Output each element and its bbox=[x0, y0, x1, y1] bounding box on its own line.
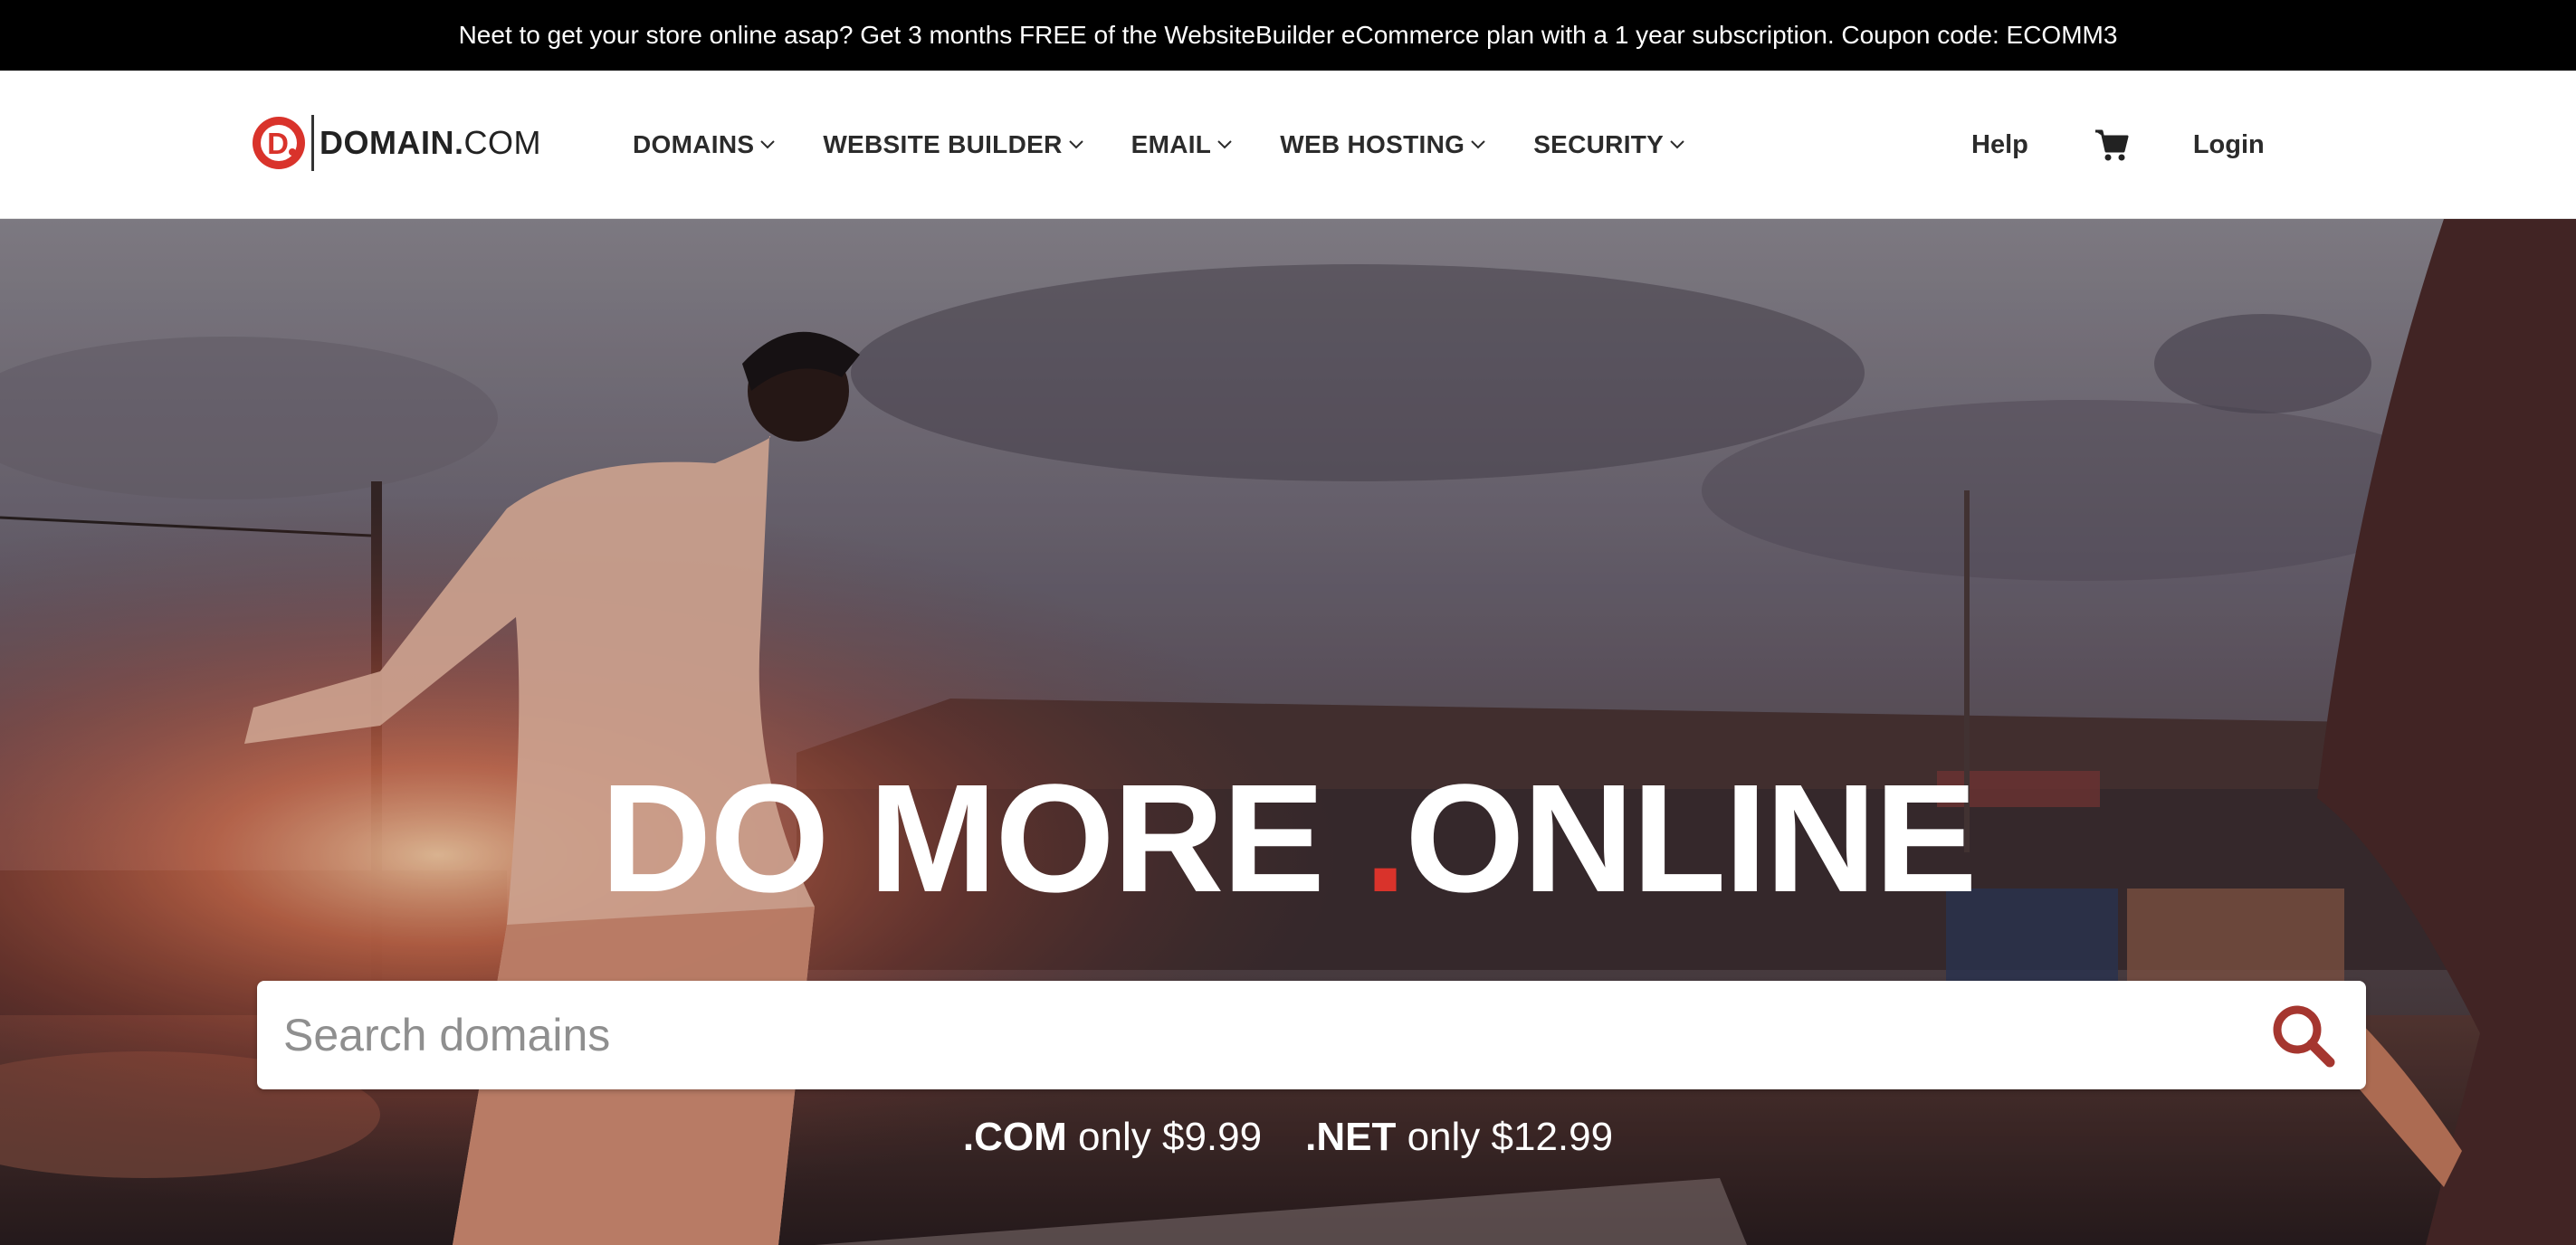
nav-label: WEB HOSTING bbox=[1280, 130, 1465, 158]
search-button[interactable] bbox=[2257, 981, 2348, 1089]
chevron-down-icon bbox=[1670, 140, 1684, 149]
chevron-down-icon bbox=[1068, 140, 1083, 149]
promo-banner[interactable]: Neet to get your store online asap? Get … bbox=[0, 0, 2576, 71]
nav-label: DOMAINS bbox=[633, 130, 755, 158]
hero-section: DO MORE .ONLINE .COM only $9.99 .NET only… bbox=[0, 219, 2576, 1245]
nav-website-builder[interactable]: WEBSITE BUILDER bbox=[823, 130, 1083, 159]
hero-headline: DO MORE .ONLINE bbox=[600, 753, 1978, 925]
domain-search-bar bbox=[257, 981, 2366, 1089]
hero-background-image bbox=[0, 219, 2576, 1245]
chevron-down-icon bbox=[760, 140, 776, 149]
net-price[interactable]: .NET only $12.99 bbox=[1305, 1115, 1613, 1159]
nav-web-hosting[interactable]: WEB HOSTING bbox=[1280, 130, 1485, 159]
main-nav: DOMAINS WEBSITE BUILDER EMAIL WEB HOSTIN… bbox=[633, 71, 1732, 219]
login-link[interactable]: Login bbox=[2193, 130, 2265, 160]
svg-text:D: D bbox=[267, 127, 289, 160]
logo-separator bbox=[311, 115, 314, 171]
promo-text: Neet to get your store online asap? Get … bbox=[458, 21, 2118, 49]
nav-label: WEBSITE BUILDER bbox=[823, 130, 1063, 158]
chevron-down-icon bbox=[1217, 140, 1232, 149]
com-price[interactable]: .COM only $9.99 bbox=[963, 1115, 1262, 1159]
nav-domains[interactable]: DOMAINS bbox=[633, 130, 776, 159]
shopping-cart-icon[interactable] bbox=[2094, 127, 2130, 163]
utility-nav: Help Login bbox=[1971, 71, 2265, 219]
price-callouts: .COM only $9.99 .NET only $12.99 bbox=[0, 1115, 2576, 1160]
nav-label: SECURITY bbox=[1533, 130, 1665, 158]
chevron-down-icon bbox=[1471, 140, 1485, 149]
logo-text: DOMAIN.COM bbox=[320, 124, 541, 161]
logo[interactable]: D DOMAIN.COM bbox=[250, 112, 541, 174]
search-input[interactable] bbox=[257, 981, 2257, 1089]
nav-security[interactable]: SECURITY bbox=[1533, 130, 1684, 159]
nav-email[interactable]: EMAIL bbox=[1131, 130, 1233, 159]
search-icon bbox=[2273, 1005, 2335, 1068]
site-header: D DOMAIN.COM DOMAINS WEBSITE BUILDER EMA… bbox=[0, 71, 2576, 219]
help-link[interactable]: Help bbox=[1971, 130, 2028, 160]
nav-label: EMAIL bbox=[1131, 130, 1212, 158]
logo-mark-icon: D bbox=[250, 114, 308, 172]
